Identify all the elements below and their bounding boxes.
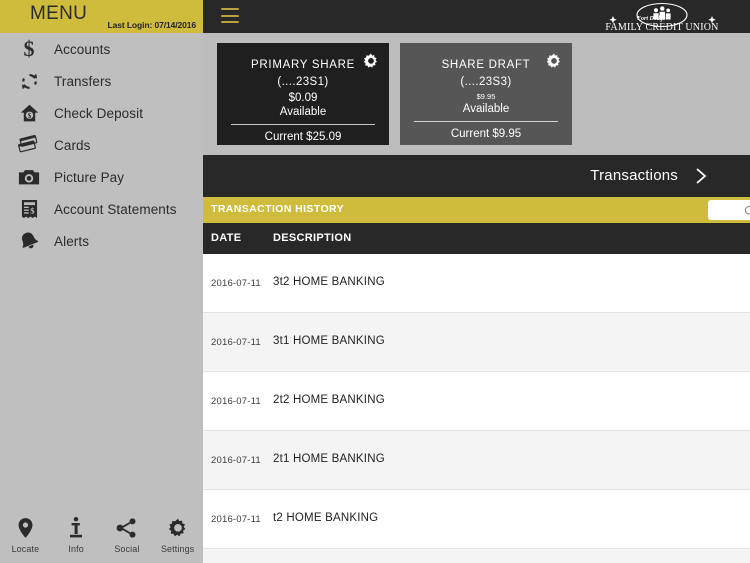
transactions-title: Transactions [590, 167, 678, 184]
transaction-history-bar: TRANSACTION HISTORY [203, 197, 750, 223]
accounts-summary-area: PRIMARY SHARE (....23S1) $0.09 Available… [203, 33, 750, 155]
table-row[interactable]: 2016-07-11 2t2 HOME BANKING [203, 372, 750, 431]
column-header-description: DESCRIPTION [273, 232, 352, 244]
bottom-nav-info[interactable]: Info [51, 515, 102, 554]
account-number: (....23S1) [277, 76, 329, 88]
transactions-header: Transactions [203, 155, 750, 197]
app-root: MENU Last Login: 07/14/2016 $ Accounts T… [0, 0, 750, 563]
bottom-nav-label: Settings [160, 543, 195, 554]
logo-main-text: FAMILY CREDIT UNION [605, 22, 718, 32]
svg-text:$: $ [24, 38, 35, 60]
column-header-date: DATE [211, 232, 242, 244]
transaction-date: 2016-07-11 [211, 455, 261, 466]
account-available-label: Available [279, 106, 327, 118]
bell-icon [14, 228, 44, 254]
gear-icon [168, 515, 188, 541]
sidebar-item-alerts[interactable]: Alerts [0, 225, 203, 257]
bottom-navigation-bar: Locate Info Social Settings [0, 505, 203, 563]
sidebar-item-account-statements[interactable]: $ Account Statements [0, 193, 203, 225]
sidebar-item-check-deposit[interactable]: $ Check Deposit [0, 97, 203, 129]
transfer-arrows-icon [14, 68, 44, 94]
account-current-balance: Current $9.95 [450, 128, 522, 140]
top-bar: Fort Dodge FAMILY CREDIT UNION [203, 0, 750, 33]
info-icon [69, 515, 83, 541]
account-available-amount: $9.95 [476, 92, 496, 101]
svg-text:$: $ [27, 112, 31, 120]
table-row[interactable]: 2016-07-11 2t1 HOME BANKING [203, 431, 750, 490]
deposit-house-icon: $ [14, 100, 44, 126]
sidebar-item-label: Account Statements [54, 201, 177, 217]
account-available-label: Available [462, 103, 510, 115]
chevron-right-icon[interactable] [694, 166, 708, 186]
search-icon [744, 204, 750, 222]
table-row[interactable]: 2016-07-11 t2 HOME BANKING [203, 490, 750, 549]
transaction-description: t2 HOME BANKING [273, 512, 379, 524]
gear-icon[interactable] [363, 53, 379, 69]
credit-union-logo: Fort Dodge FAMILY CREDIT UNION [605, 2, 720, 33]
transaction-list[interactable]: 2016-07-11 3t2 HOME BANKING 2016-07-11 3… [203, 254, 750, 563]
search-input[interactable] [708, 200, 750, 220]
sidebar-item-cards[interactable]: Cards [0, 129, 203, 161]
bottom-nav-label: Social [114, 543, 140, 554]
account-number: (....23S3) [460, 76, 512, 88]
page-title: MENU [30, 3, 88, 24]
share-icon [116, 515, 138, 541]
map-pin-icon [18, 515, 33, 541]
transaction-date: 2016-07-11 [211, 514, 261, 525]
transaction-date: 2016-07-11 [211, 337, 261, 348]
gear-icon[interactable] [546, 53, 562, 69]
transaction-table-header: DATE DESCRIPTION [203, 223, 750, 254]
transaction-date: 2016-07-11 [211, 396, 261, 407]
sidebar-item-label: Picture Pay [54, 169, 125, 185]
transaction-date: 2016-07-11 [211, 278, 261, 289]
sidebar: MENU Last Login: 07/14/2016 $ Accounts T… [0, 0, 203, 563]
account-card-primary-share[interactable]: PRIMARY SHARE (....23S1) $0.09 Available… [217, 43, 389, 145]
transaction-description: 2t1 HOME BANKING [273, 453, 385, 465]
sidebar-item-transfers[interactable]: Transfers [0, 65, 203, 97]
table-row[interactable] [203, 549, 750, 563]
sidebar-item-label: Alerts [54, 233, 90, 249]
sidebar-item-accounts[interactable]: $ Accounts [0, 33, 203, 65]
last-login-text: Last Login: 07/14/2016 [107, 20, 196, 30]
bottom-nav-label: Locate [11, 543, 40, 554]
divider [414, 121, 558, 122]
account-available-amount: $0.09 [288, 92, 318, 104]
transaction-description: 3t2 HOME BANKING [273, 276, 385, 288]
transaction-description: 2t2 HOME BANKING [273, 394, 385, 406]
bottom-nav-label: Info [68, 543, 84, 554]
transaction-description: 3t1 HOME BANKING [273, 335, 385, 347]
transaction-history-label: TRANSACTION HISTORY [211, 203, 345, 215]
dollar-icon: $ [14, 36, 44, 62]
table-row[interactable]: 2016-07-11 3t2 HOME BANKING [203, 254, 750, 313]
sidebar-item-label: Cards [54, 137, 91, 153]
menu-header: MENU Last Login: 07/14/2016 [0, 0, 203, 33]
hamburger-icon[interactable] [221, 8, 239, 23]
sidebar-item-label: Transfers [54, 73, 112, 89]
divider [231, 124, 375, 125]
sidebar-item-label: Check Deposit [54, 105, 144, 121]
bottom-nav-locate[interactable]: Locate [0, 515, 51, 554]
statement-icon: $ [14, 196, 44, 222]
account-current-balance: Current $25.09 [264, 131, 342, 143]
credit-cards-icon [14, 132, 44, 158]
table-row[interactable]: 2016-07-11 3t1 HOME BANKING [203, 313, 750, 372]
bottom-nav-settings[interactable]: Settings [152, 515, 203, 554]
sidebar-item-label: Accounts [54, 41, 111, 57]
account-card-share-draft[interactable]: SHARE DRAFT (....23S3) $9.95 Available C… [400, 43, 572, 145]
camera-icon [14, 164, 44, 190]
sidebar-item-picture-pay[interactable]: Picture Pay [0, 161, 203, 193]
bottom-nav-social[interactable]: Social [102, 515, 153, 554]
